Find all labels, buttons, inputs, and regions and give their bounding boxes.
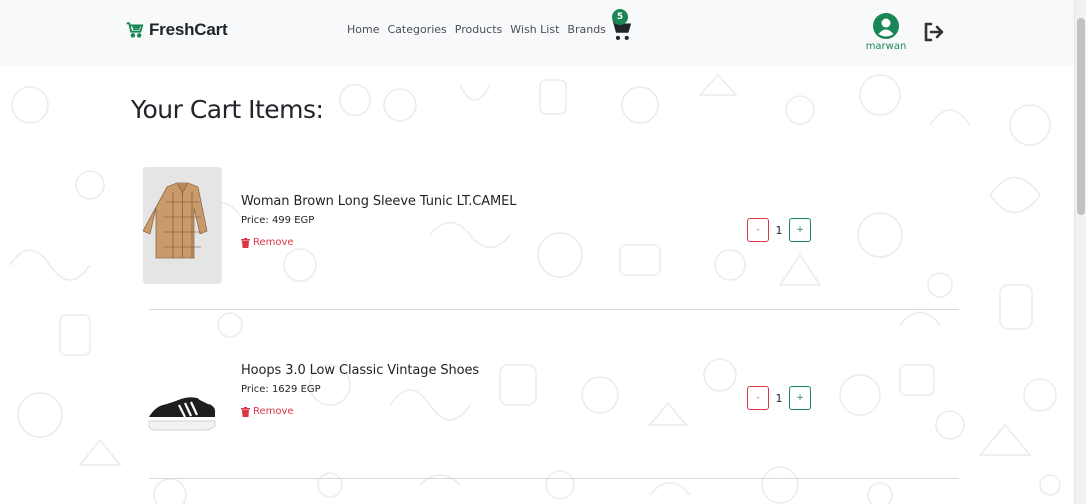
cart-button[interactable]: 5 [608,9,634,43]
product-image-shoes[interactable] [143,335,222,452]
item-info: Woman Brown Long Sleeve Tunic LT.CAMEL P… [241,194,517,248]
trash-icon [241,237,250,248]
product-name: Woman Brown Long Sleeve Tunic LT.CAMEL [241,194,517,209]
quantity-value: 1 [775,391,783,405]
cart-title: Your Cart Items: [131,95,324,124]
remove-label: Remove [253,406,294,417]
logout-icon [924,22,944,42]
username: marwan [865,41,907,52]
product-price: Price: 499 EGP [241,215,315,226]
scrollbar[interactable] [1074,0,1086,504]
cart-item: Hoops 3.0 Low Classic Vintage Shoes Pric… [143,335,963,475]
increase-quantity-button[interactable]: + [789,218,811,242]
nav-links: Home Categories Products Wish List Brand… [347,23,606,36]
user-profile[interactable]: marwan [862,13,910,52]
brand-logo[interactable]: FreshCart [125,20,228,40]
nav-link-brands[interactable]: Brands [567,23,606,36]
item-divider [149,478,959,479]
nav-link-categories[interactable]: Categories [387,23,446,36]
page: FreshCart Home Categories Products Wish … [0,0,1086,504]
remove-button[interactable]: Remove [241,237,516,248]
item-divider [149,309,959,310]
quantity-stepper: - 1 + [747,218,811,242]
quantity-value: 1 [775,223,783,237]
nav-link-products[interactable]: Products [455,23,503,36]
remove-button[interactable]: Remove [241,406,479,417]
logout-button[interactable] [922,21,946,43]
user-avatar-icon [873,13,899,39]
brand-name: FreshCart [149,20,228,39]
product-image-tunic[interactable] [143,167,222,284]
cart-count-badge: 5 [612,9,628,25]
scrollbar-thumb[interactable] [1077,18,1085,215]
cart-item: Woman Brown Long Sleeve Tunic LT.CAMEL P… [143,167,963,307]
cart-logo-icon [126,22,144,38]
quantity-stepper: - 1 + [747,386,811,410]
increase-quantity-button[interactable]: + [789,386,811,410]
nav-link-wish-list[interactable]: Wish List [510,23,559,36]
product-name: Hoops 3.0 Low Classic Vintage Shoes [241,363,480,378]
item-info: Hoops 3.0 Low Classic Vintage Shoes Pric… [241,363,479,417]
remove-label: Remove [253,237,294,248]
nav-link-home[interactable]: Home [347,23,379,36]
navbar: FreshCart Home Categories Products Wish … [0,0,1074,65]
trash-icon [241,406,250,417]
decrease-quantity-button[interactable]: - [747,218,769,242]
decrease-quantity-button[interactable]: - [747,386,769,410]
product-price: Price: 1629 EGP [241,384,321,395]
